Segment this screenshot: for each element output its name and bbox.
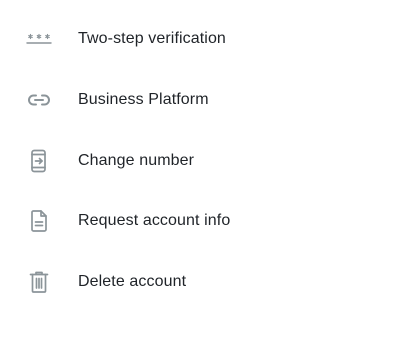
trash-icon xyxy=(26,269,52,295)
account-settings-list: Two-step verification Business Platform xyxy=(0,0,415,360)
settings-item-label: Change number xyxy=(78,152,195,169)
settings-item-label: Business Platform xyxy=(78,91,209,108)
settings-item-two-step-verification[interactable]: Two-step verification xyxy=(0,11,415,67)
settings-item-label: Request account info xyxy=(78,212,231,229)
password-asterisks-icon xyxy=(26,26,52,52)
phone-transfer-icon xyxy=(26,148,52,174)
document-icon xyxy=(26,208,52,234)
settings-item-business-platform[interactable]: Business Platform xyxy=(0,72,415,128)
settings-item-request-account-info[interactable]: Request account info xyxy=(0,193,415,249)
link-icon xyxy=(26,87,52,113)
settings-item-change-number[interactable]: Change number xyxy=(0,133,415,189)
settings-item-label: Two-step verification xyxy=(78,30,226,47)
settings-item-delete-account[interactable]: Delete account xyxy=(0,254,415,310)
settings-item-label: Delete account xyxy=(78,273,187,290)
